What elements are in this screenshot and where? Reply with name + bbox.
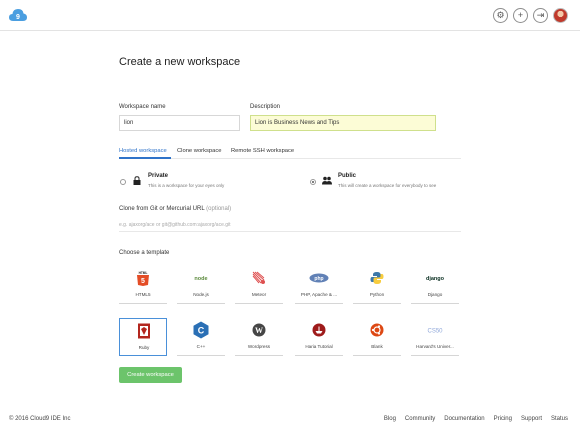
template-divider	[177, 355, 225, 356]
create-workspace-button[interactable]: Create workspace	[119, 367, 182, 383]
plus-icon[interactable]: +	[513, 8, 528, 23]
svg-text:9: 9	[16, 14, 20, 21]
template-wordpress[interactable]: W Wordpress	[235, 318, 283, 356]
cloud9-logo-icon[interactable]: 9	[9, 8, 27, 22]
template-name: Node.js	[193, 292, 209, 297]
template-cpp[interactable]: C C++	[177, 318, 225, 356]
template-name: Haria Tutorial	[305, 344, 333, 349]
template-name: Wordpress	[247, 344, 271, 349]
private-radio[interactable]	[120, 179, 126, 185]
template-harbour[interactable]: Haria Tutorial	[295, 318, 343, 356]
private-description: This is a workspace for your eyes only	[148, 183, 225, 188]
svg-text:HTML: HTML	[139, 271, 148, 275]
template-name: HTML5	[135, 292, 151, 297]
top-bar: 9 ⚙ + ⇥	[0, 0, 580, 31]
clone-url-input[interactable]: e.g. ajaxorg/ace or git@github.com:ajaxo…	[119, 218, 461, 232]
header-actions: ⚙ + ⇥	[493, 8, 568, 23]
cs50-icon: CS50	[411, 322, 459, 338]
footer-link-status[interactable]: Status	[551, 416, 568, 422]
footer-links: Blog Community Documentation Pricing Sup…	[384, 416, 568, 422]
template-name: Django	[427, 292, 443, 297]
template-divider	[353, 303, 401, 304]
html5-icon: HTML 5	[119, 270, 167, 286]
wordpress-icon: W	[235, 322, 283, 338]
svg-text:C: C	[198, 326, 205, 336]
user-avatar[interactable]	[553, 8, 568, 23]
template-divider	[119, 303, 167, 304]
template-name: Harvard's Univer...	[416, 344, 454, 349]
footer-link-blog[interactable]: Blog	[384, 416, 396, 422]
template-django[interactable]: django Django	[411, 266, 459, 304]
template-divider	[411, 303, 459, 304]
template-divider	[411, 355, 459, 356]
template-divider	[295, 303, 343, 304]
workspace-name-input[interactable]: lion	[119, 115, 240, 131]
workspace-name-label: Workspace name	[119, 104, 166, 110]
tab-hosted-workspace[interactable]: Hosted workspace	[119, 148, 167, 154]
template-name: Ruby	[138, 345, 150, 350]
public-description: This will create a workspace for everybo…	[338, 183, 437, 188]
template-name: Python	[369, 292, 385, 297]
choose-template-label: Choose a template	[119, 250, 170, 256]
group-icon	[322, 176, 332, 187]
template-php[interactable]: php PHP, Apache & ...	[295, 266, 343, 304]
template-divider	[295, 355, 343, 356]
footer-copyright: © 2016 Cloud9 IDE Inc	[9, 416, 71, 422]
cpp-icon: C	[177, 321, 225, 339]
logout-icon[interactable]: ⇥	[533, 8, 548, 23]
svg-text:node: node	[194, 276, 207, 282]
template-ruby[interactable]: Ruby	[119, 318, 167, 356]
template-blank[interactable]: Blank	[353, 318, 401, 356]
description-input[interactable]: Lion is Business News and Tips	[250, 115, 436, 131]
ubuntu-icon	[353, 322, 401, 338]
template-name: PHP, Apache & ...	[300, 292, 338, 297]
page-title: Create a new workspace	[119, 56, 241, 68]
svg-text:CS50: CS50	[427, 329, 443, 335]
description-label: Description	[250, 104, 281, 110]
nodejs-icon: node	[177, 270, 225, 286]
svg-text:W: W	[255, 326, 263, 335]
django-icon: django	[411, 270, 459, 286]
workspace-type-tabs: Hosted workspace Clone workspace Remote …	[119, 145, 461, 159]
template-divider	[235, 303, 283, 304]
template-harvard[interactable]: CS50 Harvard's Univer...	[411, 318, 459, 356]
meteor-icon	[235, 270, 283, 286]
footer-link-community[interactable]: Community	[405, 416, 435, 422]
php-icon: php	[295, 270, 343, 286]
template-divider	[177, 303, 225, 304]
gear-icon[interactable]: ⚙	[493, 8, 508, 23]
template-name: C++	[196, 344, 206, 349]
template-html5[interactable]: HTML 5 HTML5	[119, 266, 167, 304]
public-radio[interactable]	[310, 179, 316, 185]
ruby-icon	[120, 323, 168, 339]
tab-remote-ssh-workspace[interactable]: Remote SSH workspace	[231, 148, 294, 154]
template-divider	[235, 355, 283, 356]
footer-link-documentation[interactable]: Documentation	[444, 416, 484, 422]
svg-text:php: php	[314, 276, 323, 282]
python-icon	[353, 270, 401, 286]
footer-link-pricing[interactable]: Pricing	[494, 416, 512, 422]
template-name: Meteor	[251, 292, 267, 297]
clone-url-label: Clone from Git or Mercurial URL (optiona…	[119, 206, 232, 212]
tab-clone-workspace[interactable]: Clone workspace	[177, 148, 221, 154]
template-meteor[interactable]: Meteor	[235, 266, 283, 304]
lock-icon	[133, 176, 141, 187]
public-title: Public	[338, 173, 357, 179]
private-title: Private	[148, 173, 169, 179]
clone-url-optional: (optional)	[206, 206, 232, 212]
template-python[interactable]: Python	[353, 266, 401, 304]
template-divider	[353, 355, 401, 356]
svg-text:django: django	[426, 276, 445, 282]
harbour-icon	[295, 322, 343, 338]
active-tab-indicator	[119, 157, 171, 159]
footer-link-support[interactable]: Support	[521, 416, 542, 422]
template-nodejs[interactable]: node Node.js	[177, 266, 225, 304]
template-name: Blank	[371, 344, 383, 349]
svg-text:5: 5	[141, 278, 145, 285]
